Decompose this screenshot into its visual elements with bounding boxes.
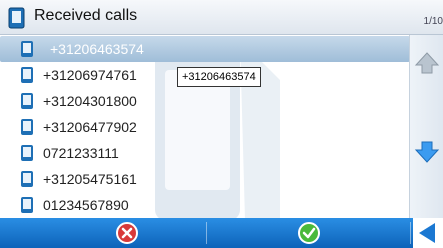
bottom-toolbar [0,218,443,248]
phone-icon [21,145,33,161]
list-item[interactable]: +31204301800 [0,88,410,114]
arrow-up-icon[interactable] [414,50,440,76]
list-item[interactable]: +31206463574 [0,36,410,62]
check-icon[interactable] [297,221,321,245]
phone-icon [21,41,33,57]
phone-icon [21,197,33,213]
list-item[interactable]: 0721233111 [0,140,410,166]
page-title: Received calls [34,7,138,24]
number-tooltip: +31206463574 [177,67,261,87]
phone-icon [21,171,33,187]
back-arrow-icon [419,223,435,243]
list-item[interactable]: +31206477902 [0,114,410,140]
arrow-down-icon[interactable] [414,139,440,165]
phone-icon [21,67,33,83]
back-button[interactable] [413,218,443,248]
title-bar: Received calls 1/10 [0,0,443,35]
call-number: +31206477902 [43,119,137,135]
list-item[interactable]: +31205475161 [0,166,410,192]
toolbar-divider [206,222,207,244]
call-number: 01234567890 [43,197,129,213]
phone-icon [8,7,25,29]
call-number: +31204301800 [43,93,137,109]
phone-icon [21,119,33,135]
received-calls-screen: Received calls 1/10 +31206463574 +312069… [0,0,443,248]
page-indicator: 1/10 [423,16,443,27]
list-item[interactable]: 01234567890 [0,192,410,218]
call-number: +31206463574 [50,41,144,57]
cancel-icon[interactable] [115,221,139,245]
toolbar-divider [410,222,411,244]
call-number: +31206974761 [43,67,137,83]
call-list: +31206463574 +31206974761 +31204301800 +… [0,35,410,218]
scroll-panel [409,35,443,218]
call-number: +31205475161 [43,171,137,187]
call-number: 0721233111 [43,145,119,161]
phone-icon [21,93,33,109]
